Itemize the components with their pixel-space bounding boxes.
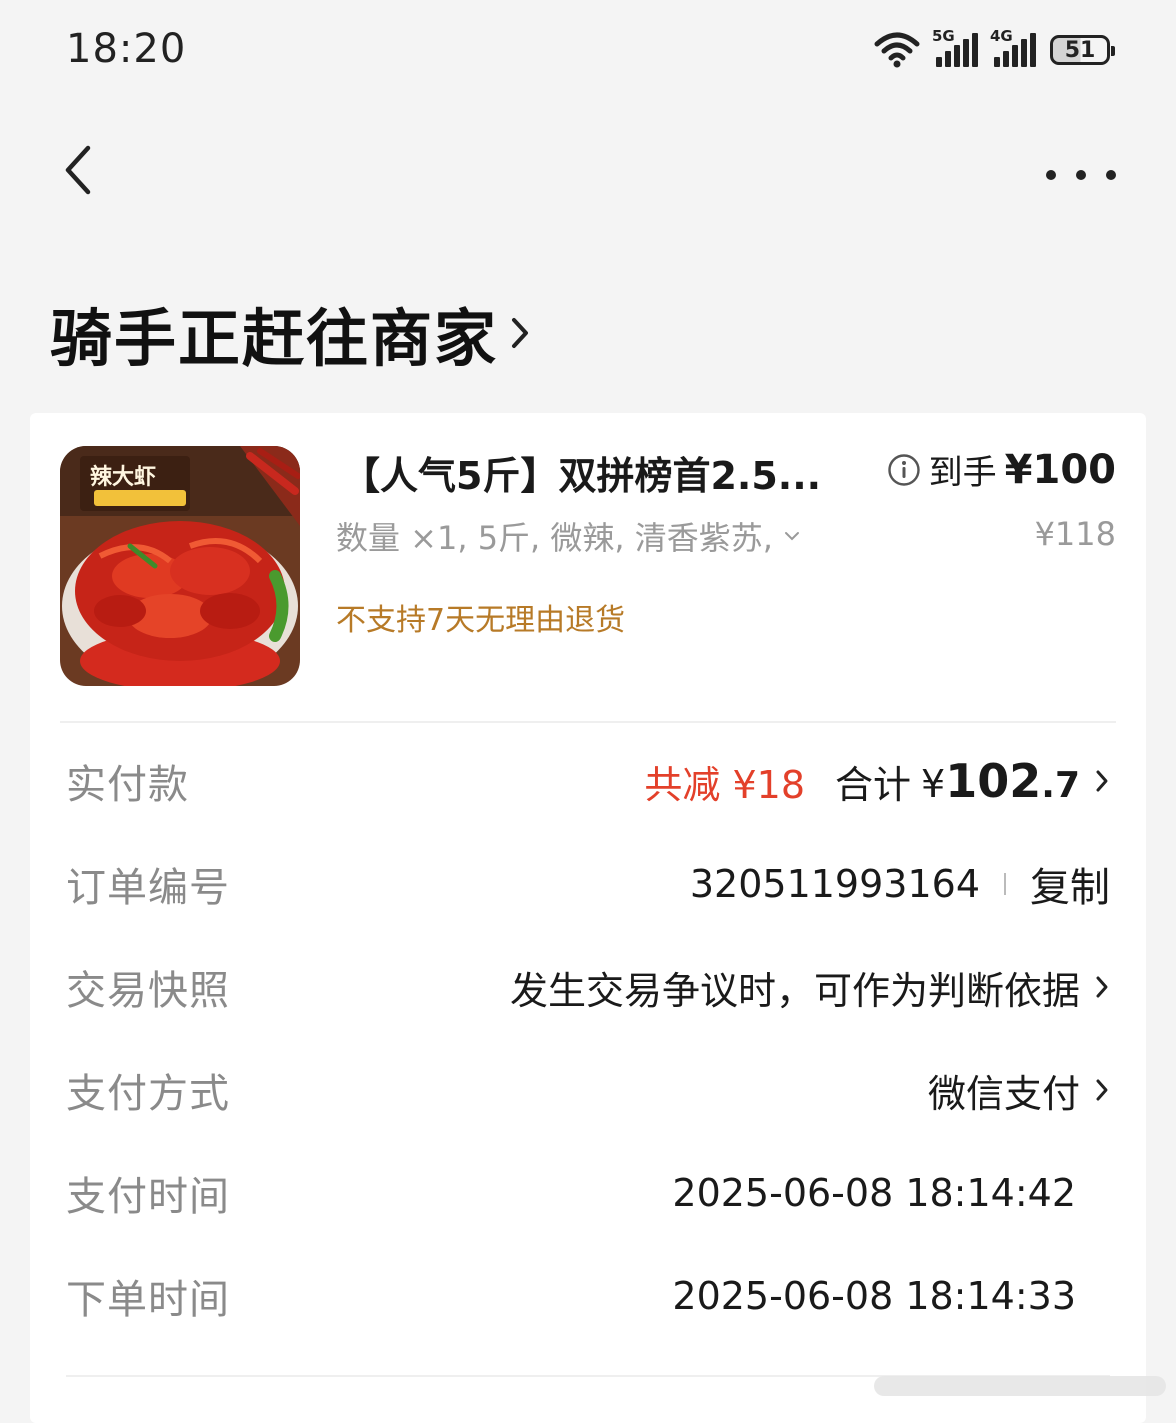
nav-bar	[0, 130, 1176, 220]
signal-5g-icon: 5G	[932, 27, 978, 67]
final-price-value: ¥100	[1004, 446, 1116, 493]
order-time-label: 下单时间	[66, 1277, 230, 1323]
battery-icon: 51	[1050, 35, 1115, 65]
payment-time-row: 支付时间 2025-06-08 18:14:42	[66, 1163, 1110, 1223]
svg-text:辣大虾: 辣大虾	[90, 464, 156, 490]
order-card: 辣大虾 【人气5斤】双拼榜首2.5... 到手 ¥100 数量 ×1, 5斤, …	[30, 413, 1146, 1423]
trade-snapshot-label: 交易快照	[66, 968, 230, 1014]
signal-5g-label: 5G	[932, 27, 955, 45]
more-button[interactable]	[1046, 160, 1116, 190]
order-time-value: 2025-06-08 18:14:33	[672, 1274, 1076, 1318]
order-status-header[interactable]: 骑手正赶往商家	[50, 288, 534, 378]
order-number-row: 订单编号 320511993164 复制	[66, 854, 1110, 914]
product-specs[interactable]: 数量 ×1, 5斤, 微辣, 清香紫苏,	[336, 513, 801, 559]
chevron-right-icon	[512, 318, 529, 348]
chevron-right-icon	[1096, 1079, 1108, 1101]
original-price: ¥118	[1034, 515, 1116, 553]
signal-4g-label: 4G	[990, 27, 1013, 45]
chevron-right-icon	[1096, 976, 1108, 998]
payment-method-value: 微信支付	[927, 1071, 1080, 1116]
wifi-icon	[874, 32, 920, 68]
paid-amount-row[interactable]: 实付款 共减 ¥18 合计 ¥ 102 .7	[66, 751, 1110, 811]
payment-method-label: 支付方式	[66, 1071, 230, 1117]
paid-amount-label: 实付款	[66, 762, 189, 808]
page-title: 骑手正赶往商家	[50, 302, 499, 375]
return-policy-note: 不支持7天无理由退货	[336, 603, 626, 638]
total-currency: ¥	[921, 762, 946, 806]
chevron-left-icon	[65, 145, 91, 195]
chevron-down-icon	[784, 532, 799, 541]
crawfish-image: 辣大虾	[60, 446, 300, 686]
info-icon[interactable]	[887, 453, 921, 487]
battery-level: 51	[1064, 37, 1096, 63]
final-price-label: 到手	[928, 453, 997, 493]
order-number-value: 320511993164	[689, 862, 980, 906]
order-number-label: 订单编号	[66, 865, 230, 911]
order-time-row: 下单时间 2025-06-08 18:14:33	[66, 1266, 1110, 1326]
more-dot	[1106, 170, 1116, 180]
payment-method-row[interactable]: 支付方式 微信支付	[66, 1060, 1110, 1120]
back-button[interactable]	[58, 140, 118, 210]
signal-4g-icon: 4G	[990, 27, 1036, 67]
product-spec-text: 数量 ×1, 5斤, 微辣, 清香紫苏,	[336, 519, 773, 557]
separator	[1004, 873, 1006, 895]
discount-amount: 共减 ¥18	[644, 762, 806, 807]
total-amount-decimal: .7	[1041, 765, 1080, 806]
total-label: 合计	[835, 762, 912, 807]
copy-button[interactable]: 复制	[1030, 855, 1110, 913]
total-amount: 102	[945, 754, 1042, 808]
more-dot	[1046, 170, 1056, 180]
home-indicator[interactable]	[874, 1376, 1166, 1396]
trade-snapshot-row[interactable]: 交易快照 发生交易争议时，可作为判断依据	[66, 957, 1110, 1017]
divider	[60, 721, 1116, 723]
trade-snapshot-value: 发生交易争议时，可作为判断依据	[509, 968, 1080, 1013]
chevron-right-icon	[1096, 770, 1108, 792]
status-time: 18:20	[66, 26, 187, 72]
final-price: 到手 ¥100	[887, 445, 1116, 494]
product-name[interactable]: 【人气5斤】双拼榜首2.5...	[342, 445, 862, 500]
more-dot	[1076, 170, 1086, 180]
status-icons: 5G 4G 51	[874, 27, 1115, 70]
status-bar: 18:20 5G 4G 51	[0, 0, 1176, 100]
payment-time-label: 支付时间	[66, 1174, 230, 1220]
product-image[interactable]: 辣大虾	[60, 446, 300, 686]
payment-time-value: 2025-06-08 18:14:42	[672, 1171, 1076, 1215]
